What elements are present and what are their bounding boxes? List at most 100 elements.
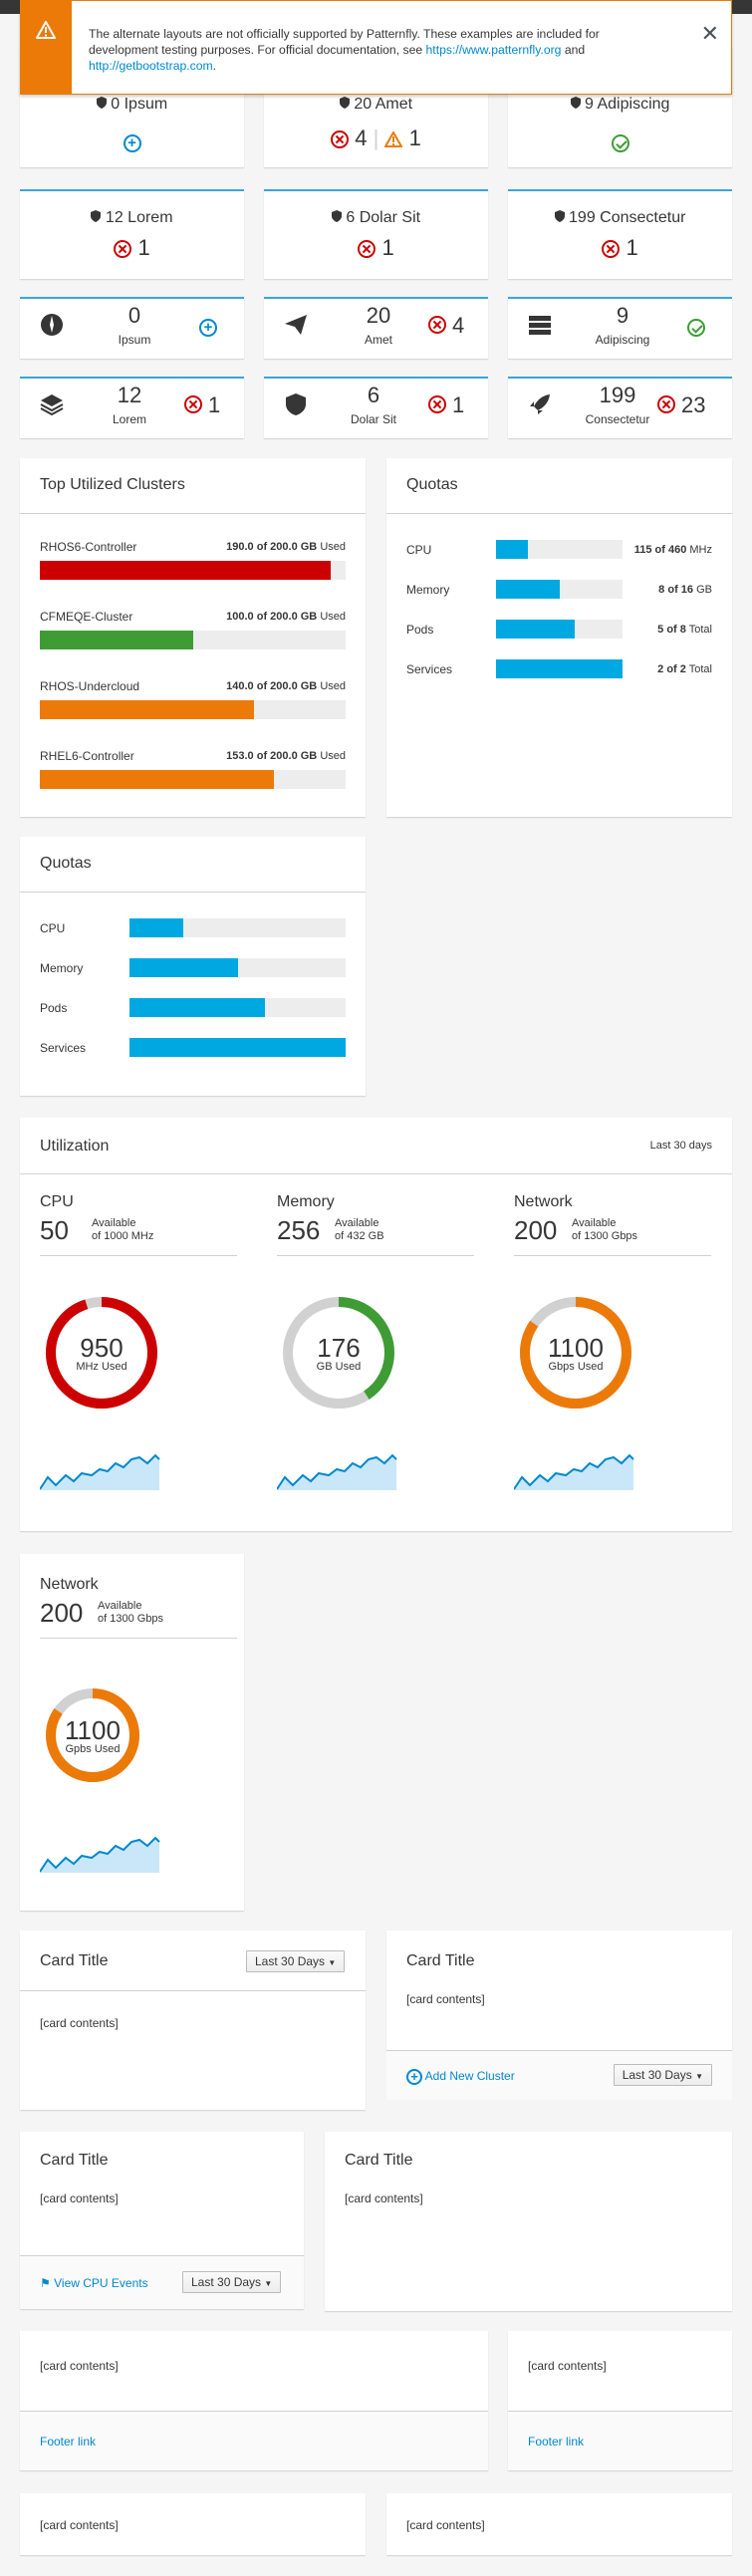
usage-progress-bar (40, 700, 346, 719)
card-contents: [card contents] (40, 2518, 119, 2532)
sparkline-area (277, 1455, 396, 1490)
progress-fill (129, 1038, 346, 1057)
mini-status-card-amet: 20 Amet 4 (264, 297, 488, 359)
mini-count: 9 (616, 303, 629, 328)
alert-end: . (212, 59, 217, 73)
quota-name: Services (406, 662, 453, 676)
donut-used-value: 176 (317, 1333, 361, 1363)
card-title: Card Title (40, 1952, 109, 1969)
mini-count: 6 (367, 383, 380, 407)
card-title: Top Utilized Clusters (40, 476, 185, 493)
divider (514, 1255, 711, 1256)
cluster-name: RHOS-Undercloud (40, 679, 140, 693)
cluster-usage: 153.0 of 200.0 GB Used (226, 750, 346, 762)
view-cpu-events-link[interactable]: ⚑ View CPU Events (40, 2276, 148, 2290)
usage-progress-bar (40, 561, 346, 580)
error-count: 1 (137, 235, 150, 260)
error-count: 1 (626, 235, 638, 260)
quota-progress-bar (496, 580, 623, 599)
usage-unit: Used (320, 611, 346, 623)
usage-progress-bar (40, 631, 346, 649)
add-icon[interactable]: + (199, 319, 217, 338)
time-range-dropdown[interactable]: Last 30 Days ▼ (246, 1950, 346, 1972)
quota-amount: 5 of 8 (657, 624, 686, 636)
warning-count: 1 (408, 126, 421, 150)
shield-icon (96, 97, 107, 109)
card-contents: [card contents] (40, 2191, 119, 2205)
progress-fill (496, 580, 560, 599)
top-utilized-clusters-card: Top Utilized Clusters RHOS6-Controller 19… (20, 458, 366, 817)
card-contents: [card contents] (406, 2518, 485, 2532)
usage-unit: Used (320, 680, 346, 692)
card-title: 199 Consectetur (508, 209, 732, 227)
patternfly-link[interactable]: https://www.patternfly.org (426, 43, 562, 57)
cluster-usage: 190.0 of 200.0 GB Used (226, 541, 346, 553)
card-contents: [card contents] (528, 2359, 607, 2373)
card-title: Card Title (345, 2152, 413, 2169)
aggregate-status-card-lorem: 12 Lorem 1 (20, 189, 244, 279)
available-label: Available of 1300 Gbps (572, 1217, 637, 1243)
divider (386, 513, 732, 514)
card-title: Card Title (406, 1952, 475, 1969)
cluster-usage: 140.0 of 200.0 GB Used (226, 680, 346, 692)
progress-fill (40, 770, 274, 789)
sparkline-area (40, 1455, 159, 1490)
shield-icon (554, 210, 565, 222)
aggregate-status-card-consectetur: 199 Consectetur 1 (508, 189, 732, 279)
error-count: 1 (208, 392, 221, 417)
quota-name: CPU (406, 543, 432, 557)
time-period: Last 30 days (649, 1140, 712, 1152)
available-value: 200 (514, 1215, 558, 1245)
add-new-cluster-link[interactable]: + Add New Cluster (406, 2069, 515, 2085)
time-range-dropdown[interactable]: Last 30 Days ▼ (182, 2271, 282, 2293)
cluster-name: RHEL6-Controller (40, 749, 134, 763)
divider (20, 1173, 732, 1174)
card-title: 0 Ipsum (20, 96, 244, 114)
bootstrap-link[interactable]: http://getbootstrap.com (89, 59, 213, 73)
error-circle-icon (184, 395, 202, 414)
card-footer: Footer link (508, 2411, 732, 2470)
divider (40, 1255, 237, 1256)
divider (277, 1255, 474, 1256)
quota-value: 2 of 2 Total (657, 663, 712, 675)
usage-total: of 200.0 GB (256, 611, 318, 623)
footer-link[interactable]: Footer link (528, 2435, 584, 2448)
card-footer: + Add New Cluster Last 30 Days ▼ (386, 2050, 732, 2100)
quota-value: 115 of 460 MHz (634, 544, 712, 556)
progress-fill (496, 540, 528, 559)
progress-fill (129, 918, 184, 937)
footer-link[interactable]: Footer link (40, 2435, 96, 2448)
add-icon[interactable]: + (123, 134, 141, 153)
time-range-dropdown[interactable]: Last 30 Days ▼ (613, 2064, 712, 2086)
usage-value: 100.0 (226, 611, 254, 623)
close-icon[interactable]: ✕ (701, 21, 719, 47)
available-total: of 432 GB (335, 1230, 384, 1242)
quotas-card: Quotas CPU 115 of 460 MHz Memory 8 of 16 GB… (386, 458, 732, 817)
quota-amount: 8 of 16 (658, 584, 694, 596)
sparkline-area (40, 1838, 159, 1873)
available-text: Available (335, 1217, 379, 1229)
mini-label: Adipiscing (595, 333, 650, 347)
caret-down-icon: ▼ (695, 2072, 703, 2081)
mini-status-card-consectetur: 199 Consectetur 23 (508, 377, 732, 438)
quota-value: 8 of 16 GB (658, 584, 712, 596)
network-utilization-card: Network 200 Available of 1300 Gbps 1100 Gpbs … (20, 1554, 244, 1911)
alert-and: and (564, 43, 586, 57)
server-icon (529, 316, 551, 335)
progress-fill (496, 620, 576, 639)
mini-label: Lorem (112, 412, 146, 426)
card-contents-only: [card contents] (20, 2493, 366, 2555)
error-circle-icon (331, 130, 350, 149)
available-value: 256 (277, 1215, 321, 1245)
progress-fill (129, 958, 238, 977)
card-with-dropdown-header: Card Title Last 30 Days ▼ [card contents… (20, 1931, 366, 2110)
cluster-name: CFMEQE-Cluster (40, 610, 133, 624)
divider (20, 892, 366, 893)
quota-progress-bar (496, 659, 623, 678)
ok-check-icon (687, 319, 705, 338)
card-footer-link-narrow: [card contents] Footer link (508, 2331, 732, 2470)
error-count: 23 (681, 392, 706, 417)
divider (20, 1990, 366, 1991)
rocket-icon (530, 394, 550, 414)
quota-name: Pods (40, 1001, 68, 1015)
